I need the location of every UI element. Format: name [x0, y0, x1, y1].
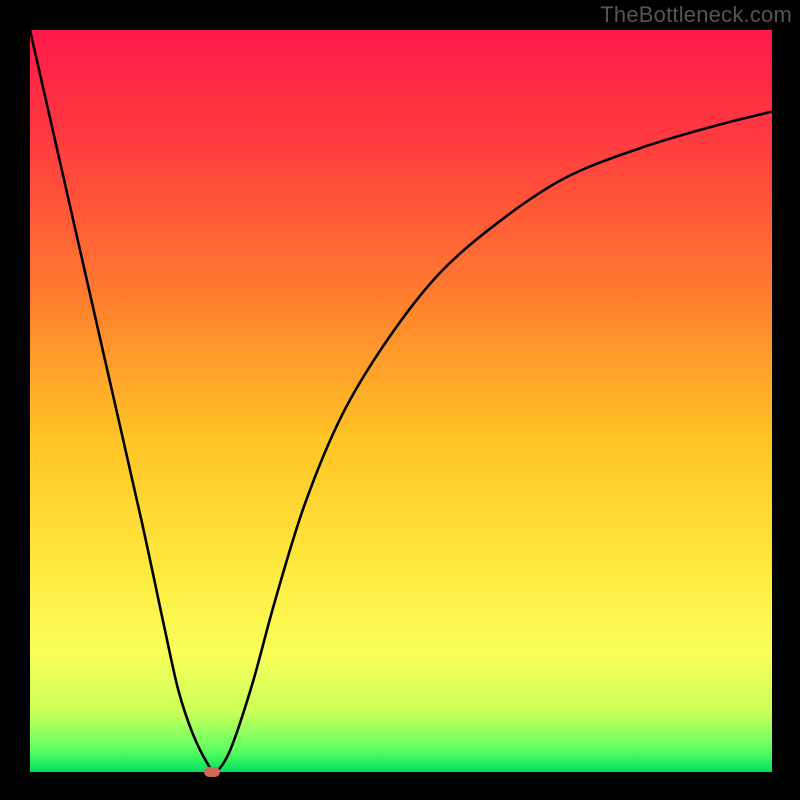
chart-svg	[30, 30, 772, 772]
chart-frame: TheBottleneck.com	[0, 0, 800, 800]
watermark-text: TheBottleneck.com	[600, 2, 792, 28]
plot-area	[30, 30, 772, 772]
vertex-marker	[204, 767, 220, 777]
